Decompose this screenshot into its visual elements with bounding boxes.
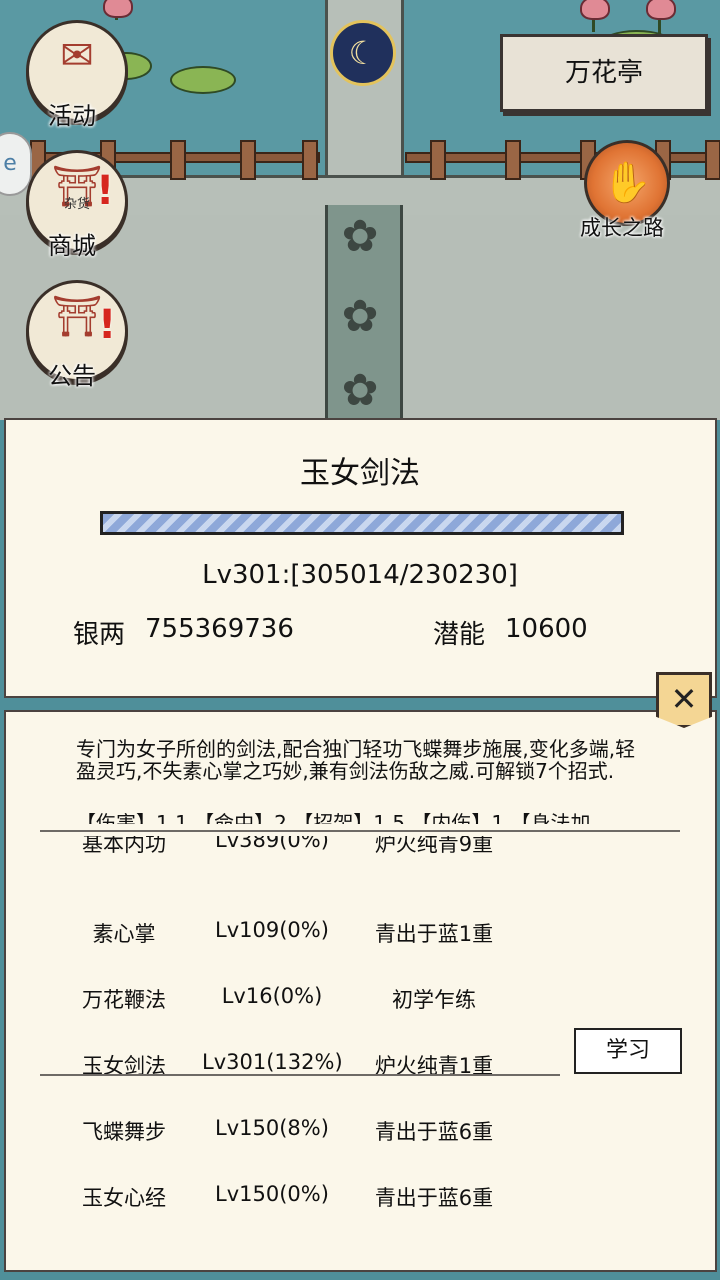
lily-pad (170, 66, 236, 94)
flower-tile-icon: ✿ (341, 211, 379, 262)
skill-progress-bar (100, 511, 624, 535)
skill-level-progress: Lv301:[305014/230230] (202, 560, 518, 590)
skill-name: 飞蝶舞步 (82, 1120, 166, 1144)
close-icon[interactable]: ✕ (656, 672, 712, 728)
shop-sign: 杂货 (63, 197, 90, 212)
lotus-flower (580, 0, 610, 20)
lotus-flower (646, 0, 676, 20)
shop-label: 商城 (48, 232, 96, 260)
selected-row-underline (40, 1074, 560, 1076)
potential-value: 10600 (505, 614, 588, 644)
scroll-icon: ✉ (60, 33, 94, 79)
flower-tile-icon: ✿ (341, 291, 379, 342)
list-item[interactable]: 基本内功 Lv389(0%) 炉火纯青9重 (40, 836, 680, 858)
skill-level: Lv301(132%) (202, 1050, 343, 1074)
lotus-flower (103, 0, 133, 18)
skill-description: 专门为女子所创的剑法,配合独门轻功飞蝶舞步施展,变化多端,轻盈灵巧,不失素心掌之… (76, 738, 636, 783)
notification-badge-icon: ! (98, 302, 117, 348)
learn-button[interactable]: 学习 (574, 1028, 682, 1074)
growth-label[interactable]: 成长之路 (580, 212, 664, 242)
skill-rank: 青出于蓝6重 (374, 1186, 494, 1210)
skill-level: Lv16(0%) (221, 984, 323, 1008)
skill-level: Lv150(0%) (215, 1182, 329, 1206)
fence-right (405, 140, 720, 180)
potential-label: 潜能 (433, 620, 486, 650)
activity-label: 活动 (48, 102, 96, 130)
skill-rank: 青出于蓝1重 (374, 922, 494, 946)
notification-badge-icon: ! (96, 168, 115, 214)
skill-title: 玉女剑法 (300, 456, 420, 491)
silver-value: 755369736 (145, 614, 294, 644)
notice-label: 公告 (48, 362, 96, 390)
night-moon-icon[interactable]: ☾ (330, 20, 396, 86)
list-item[interactable]: 素心掌 Lv109(0%) 青出于蓝1重 (40, 898, 680, 964)
list-item[interactable]: 飞蝶舞步 Lv150(8%) 青出于蓝6重 (40, 1096, 680, 1162)
divider (40, 830, 680, 832)
skill-list[interactable]: 基本内功 Lv389(0%) 炉火纯青9重 素心掌 Lv109(0%) 青出于蓝… (40, 836, 680, 1216)
list-item[interactable]: 万花鞭法 Lv16(0%) 初学乍练 (40, 964, 680, 1030)
skill-level: Lv109(0%) (215, 918, 329, 942)
list-item[interactable]: 玉女心经 Lv150(0%) 青出于蓝6重 (40, 1162, 680, 1216)
skill-rank: 初学乍练 (392, 988, 476, 1012)
skill-rank: 青出于蓝6重 (374, 1120, 494, 1144)
flower-tile-icon: ✿ (341, 365, 379, 416)
skill-level: Lv150(8%) (215, 1116, 329, 1140)
skill-name: 玉女心经 (82, 1186, 166, 1210)
skill-stats-partial: 【伤害】1.1 【命中】2 【招架】1.5 【内伤】1 【身法加 (76, 812, 591, 824)
skill-name: 万花鞭法 (82, 988, 166, 1012)
skill-name: 素心掌 (92, 922, 156, 946)
location-button[interactable]: 万花亭 (500, 34, 708, 112)
silver-label: 银两 (73, 620, 126, 650)
